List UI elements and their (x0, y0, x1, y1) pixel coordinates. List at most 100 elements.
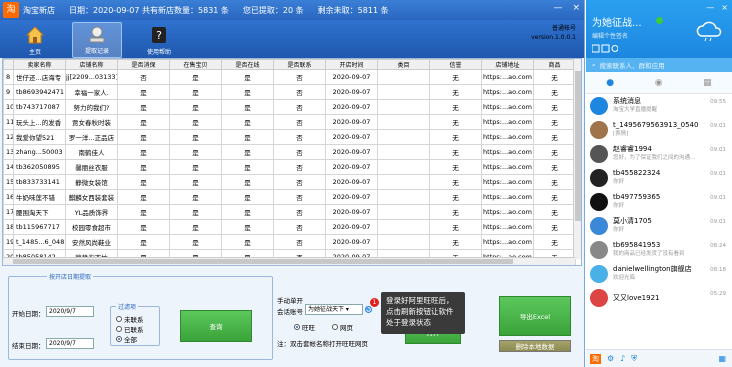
table-cell: 2020-09-07 (325, 204, 378, 220)
end-date-field[interactable]: 2020/9/7 (46, 338, 94, 349)
search-icon: ⌕ (592, 60, 596, 69)
column-header[interactable]: 在售宝贝 (169, 59, 222, 70)
contact-last-message: 你好 (613, 179, 625, 185)
table-row[interactable]: 19 t_1485...6_0482 安然风尚鞋业是是是否 2020-09-07 无 ht… (3, 234, 576, 250)
home-button[interactable]: 主页 (10, 22, 60, 58)
contact-item[interactable]: tb455822324 你好 09:01 (586, 166, 732, 190)
filter-all[interactable]: 全部 (116, 334, 137, 344)
table-row[interactable]: 8 世仔还...店海专 jj[2209...03133] 否是是否 2020-09-07… (3, 69, 576, 85)
account-select[interactable]: 为她征战天下 ▾ (305, 304, 363, 315)
table-cell: 2020-09-07 (325, 114, 378, 130)
column-header[interactable]: 是否消保 (117, 59, 170, 70)
shop-table: 卖家名称 店铺名称 是否消保 在售宝贝 是否在线 是否联系 开店时间 类目 信誉 店铺地址 商品 8… (2, 58, 582, 266)
chat-close-button[interactable]: × (721, 3, 728, 12)
table-cell: 否 (273, 99, 326, 115)
close-button[interactable]: × (572, 3, 580, 13)
table-cell: 2020-09-07 (325, 99, 378, 115)
shield-icon[interactable]: ⛨ (631, 354, 637, 364)
contact-item[interactable]: 赵睿睿1994 您好，为了保证我们之间的沟通... 09:01 (586, 142, 732, 166)
column-header[interactable]: 开店时间 (325, 59, 378, 70)
table-cell: 否 (273, 204, 326, 220)
table-cell: 否 (273, 114, 326, 130)
extract-group-label: 按开店日期提取 (47, 272, 94, 281)
chat-tabs: ● ◉ ▦ (586, 72, 732, 94)
contact-name: 赵睿睿1994 (613, 145, 652, 153)
signature[interactable]: 编辑个性签名 (592, 31, 628, 40)
tab-apps-icon[interactable]: ▦ (703, 78, 712, 88)
table-cell: 是 (221, 114, 274, 130)
table-cell: 无 (533, 234, 576, 250)
query-button[interactable]: 查询 (180, 310, 252, 342)
filter-contacted[interactable]: 已联系 (116, 324, 144, 334)
table-cell: tb833733141 (13, 174, 66, 190)
table-cell: YL品质饰界 (65, 204, 118, 220)
contact-item[interactable]: tb497759365 你好 09:01 (586, 190, 732, 214)
table-cell: tb115967717 (13, 219, 66, 235)
table-row[interactable]: 17 腰围淘天下 YL品质饰界是是是否 2020-09-07 无 https:...ao.… (3, 204, 576, 220)
header-tools-icon[interactable] (592, 44, 618, 53)
table-cell: https:...ao.com (481, 99, 534, 115)
table-cell: 无 (533, 174, 576, 190)
start-date-field[interactable]: 2020/9/7 (46, 306, 94, 317)
column-header[interactable]: 卖家名称 (13, 59, 66, 70)
settings-icon[interactable]: ⚙ (607, 354, 614, 363)
filter-uncontacted[interactable]: 未联系 (116, 314, 144, 324)
table-cell: 2020-09-07 (325, 189, 378, 205)
minimize-button[interactable]: — (553, 3, 562, 13)
table-row[interactable]: 15 tb833733141 静微女装馆是是是否 2020-09-07 无 https:.… (3, 174, 576, 190)
taobao-icon[interactable]: 淘 (590, 353, 601, 364)
table-row[interactable]: 12 我爱你望521 罗一洋...正品店是是是否 2020-09-07 无 https:.… (3, 129, 576, 145)
sound-icon[interactable]: ♪ (620, 354, 625, 363)
contact-item[interactable]: t_1495679563913_0540 [表情] 09:01 (586, 118, 732, 142)
user-nickname[interactable]: 为她征战... (592, 14, 642, 29)
tab-messages-icon[interactable]: ● (606, 78, 614, 88)
contact-item[interactable]: 莫小清1705 你好 09:01 (586, 214, 732, 238)
help-button[interactable]: ? 使用帮助 (134, 22, 184, 58)
contact-search[interactable]: ⌕ 搜索联系人、群和应用 (586, 58, 732, 72)
table-cell: jj[2209...03133] (65, 69, 118, 85)
apps-grid-icon[interactable]: ▦ (718, 354, 726, 363)
contact-item[interactable]: tb695841953 我的商品已经发货了没有看到 08:24 (586, 238, 732, 262)
table-row[interactable]: 11 玩头上...的发香 贾女春秋时装是是是否 2020-09-07 无 https:..… (3, 114, 576, 130)
table-cell: 牛奶味莲不错 (13, 189, 66, 205)
horizontal-scrollbar[interactable] (3, 257, 575, 265)
column-header[interactable]: 类目 (377, 59, 430, 70)
table-cell: 是 (221, 234, 274, 250)
chat-minimize-button[interactable]: — (706, 3, 714, 12)
table-row[interactable]: 18 tb115967717 校园零食超市是是是否 2020-09-07 无 https:… (3, 219, 576, 235)
table-cell: 是 (117, 84, 170, 100)
column-header[interactable]: 是否在线 (221, 59, 274, 70)
export-excel-button[interactable]: 导出Excel (499, 296, 571, 336)
records-button[interactable]: 提取记录 (72, 22, 122, 58)
mode-web[interactable]: 网页 (332, 322, 353, 332)
table-cell: 是 (169, 99, 222, 115)
column-header[interactable]: 是否联系 (273, 59, 326, 70)
table-row[interactable]: 16 牛奶味莲不错 麒麟女西装套装是是是否 2020-09-07 无 https:...a… (3, 189, 576, 205)
column-header[interactable]: 信誉 (429, 59, 482, 70)
table-row[interactable]: 10 tb743717087 努力的我们? 是是是否 2020-09-07 无 https:… (3, 99, 576, 115)
table-cell: https:...ao.com (481, 159, 534, 175)
filter-label: 过滤项 (116, 302, 139, 311)
delete-local-data-button[interactable]: 删除本地数据 (499, 340, 571, 352)
table-row[interactable]: 9 tb8693942471 幸福一家人. 是是是否 2020-09-07 无 https:… (3, 84, 576, 100)
vertical-scrollbar[interactable] (573, 59, 581, 259)
table-cell: 无 (429, 114, 482, 130)
column-header[interactable]: 商品 (533, 59, 576, 70)
contact-item[interactable]: danielwellington旗舰店 欢迎光临 08:18 (586, 262, 732, 286)
online-status-icon[interactable] (656, 17, 663, 24)
table-cell: 努力的我们? (65, 99, 118, 115)
tab-contacts-icon[interactable]: ◉ (655, 78, 663, 88)
app-title: 淘宝新店 (23, 5, 55, 15)
column-header[interactable]: 店铺名称 (65, 59, 118, 70)
table-row[interactable]: 13 zhang...50003 南鹤佳人是是是否 2020-09-07 无 https:… (3, 144, 576, 160)
column-header[interactable]: 店铺地址 (481, 59, 534, 70)
table-cell (377, 189, 430, 205)
mode-wangwang[interactable]: 旺旺 (294, 322, 315, 332)
contact-item[interactable]: 又又love1921 05:29 (586, 286, 732, 310)
contact-item[interactable]: 系统消息 淘宝大学直播提醒 09:55 (586, 94, 732, 118)
table-cell: 2020-09-07 (325, 219, 378, 235)
table-cell: 是 (117, 114, 170, 130)
table-cell: zhang...50003 (13, 144, 66, 160)
table-cell: 是 (169, 159, 222, 175)
table-row[interactable]: 14 tb362050895 馨丽丝衣服是是是否 2020-09-07 无 https:.… (3, 159, 576, 175)
